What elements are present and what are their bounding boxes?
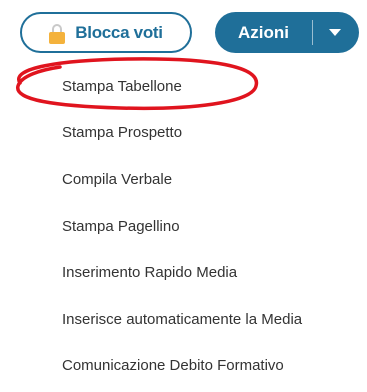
actions-split-button[interactable]: Azioni [215,12,359,53]
actions-button-label[interactable]: Azioni [215,12,312,53]
actions-dropdown-toggle[interactable] [313,12,359,53]
caret-down-icon [329,29,341,36]
menu-item-stampa-prospetto[interactable]: Stampa Prospetto [62,121,182,145]
menu-item-comunicazione-debito-formativo[interactable]: Comunicazione Debito Formativo [62,354,284,378]
menu-item-stampa-pagellino[interactable]: Stampa Pagellino [62,215,180,239]
menu-item-stampa-tabellone[interactable]: Stampa Tabellone [62,75,182,99]
actions-dropdown-screen: Blocca voti Azioni Stampa Tabellone Stam… [0,0,367,392]
lock-grades-button[interactable]: Blocca voti [20,12,192,53]
menu-item-inserimento-rapido-media[interactable]: Inserimento Rapido Media [62,261,237,285]
padlock-icon [49,23,66,44]
menu-item-compila-verbale[interactable]: Compila Verbale [62,168,172,192]
red-highlight-circle [16,57,259,111]
lock-grades-label: Blocca voti [75,22,163,42]
menu-item-inserisce-automaticamente-media[interactable]: Inserisce automaticamente la Media [62,308,302,332]
